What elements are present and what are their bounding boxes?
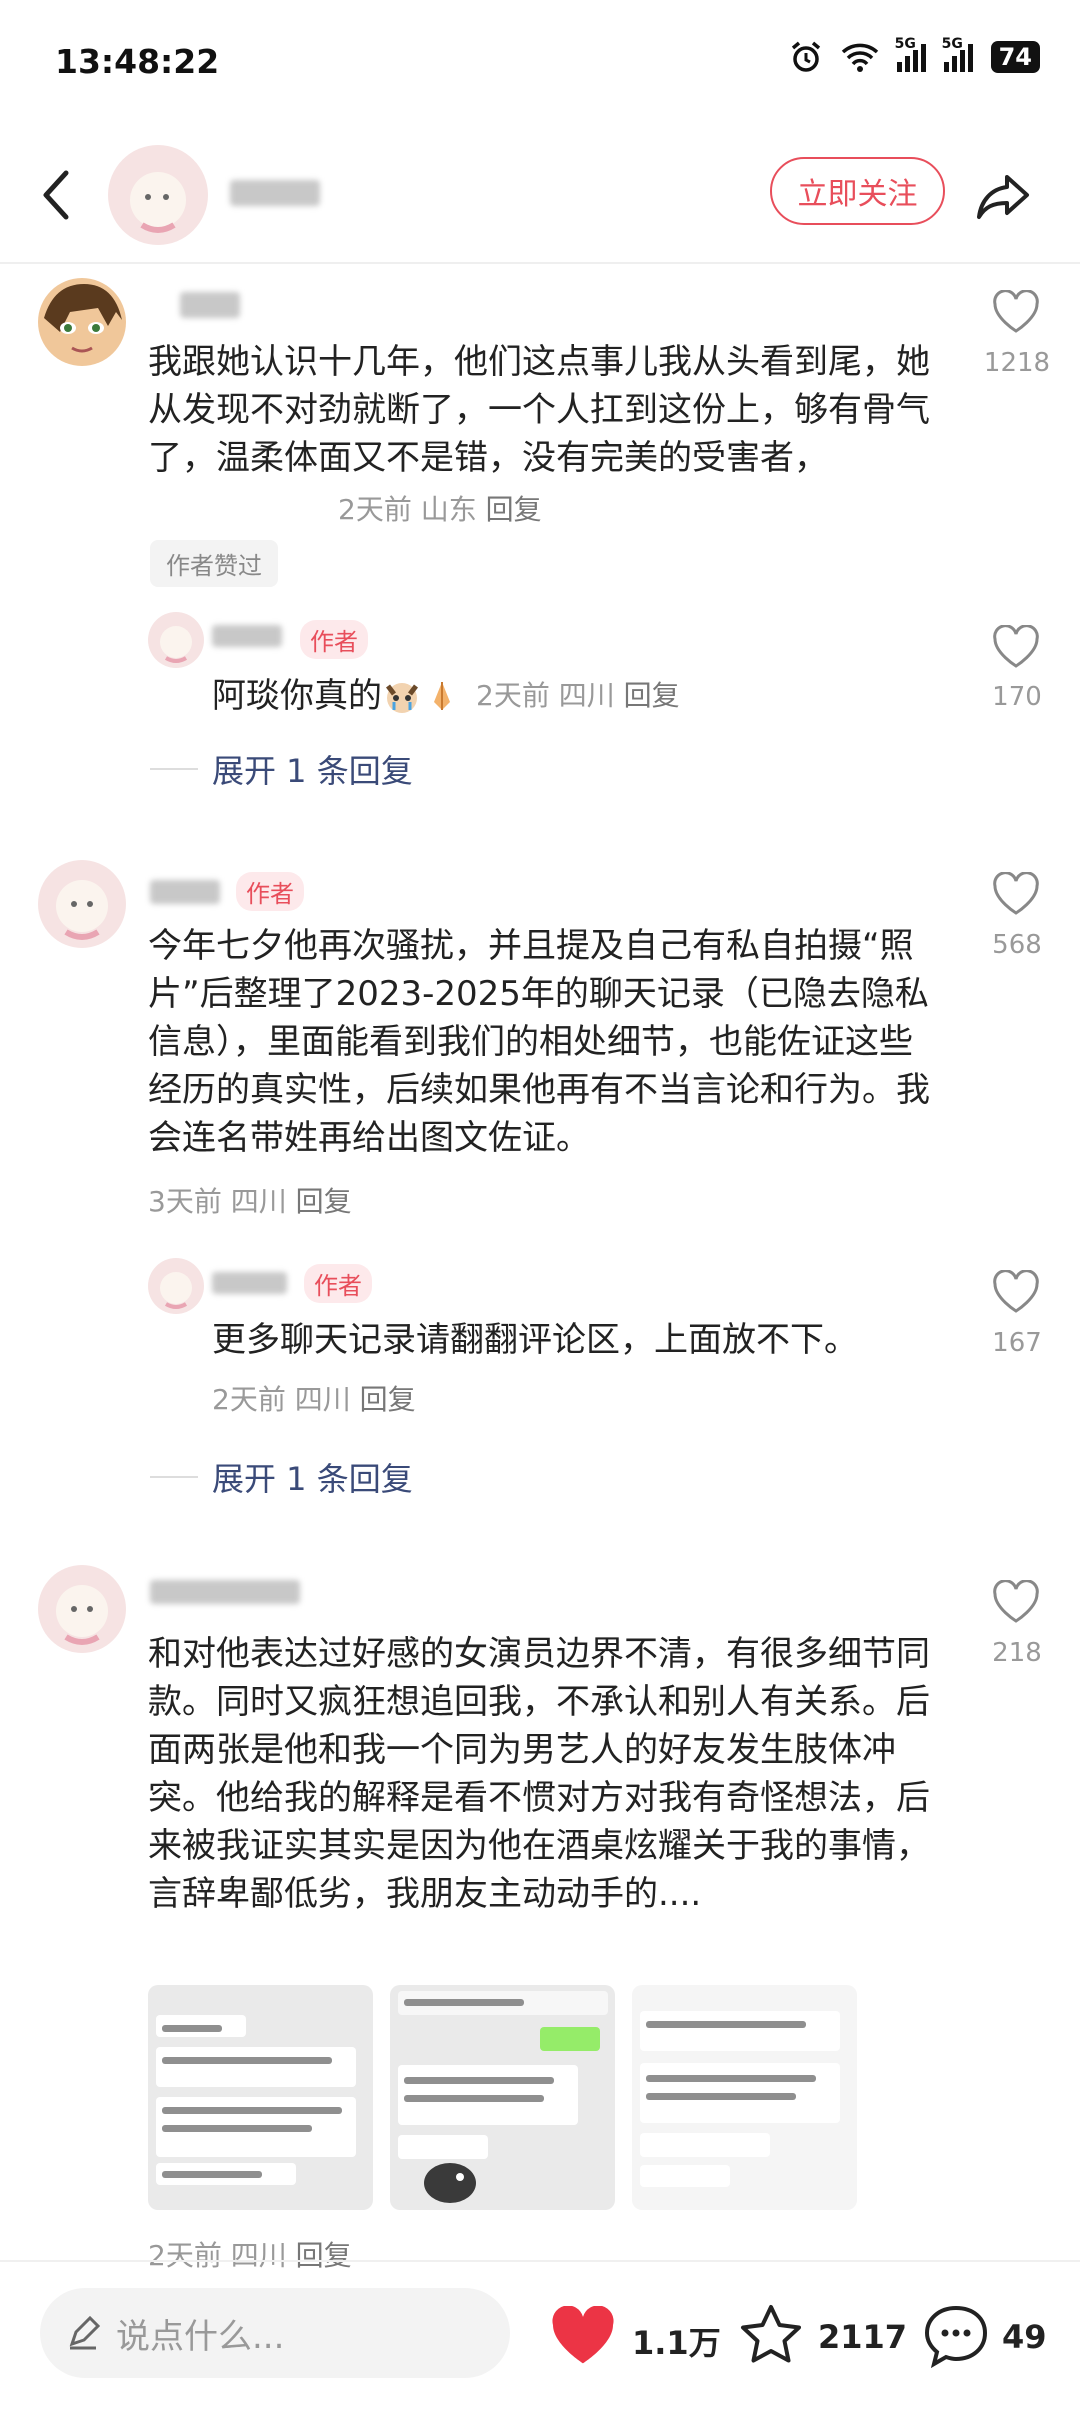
attached-image-1[interactable]	[148, 1985, 373, 2210]
star-total: 2117	[818, 2318, 908, 2356]
comment-text: 我跟她认识十几年，他们这点事儿我从头看到尾，她从发现不对劲就断了，一个人扛到这份…	[148, 342, 930, 478]
expand-divider	[150, 768, 198, 770]
reply-meta: 2天前 四川 回复	[212, 1383, 416, 1416]
comment-text: 和对他表达过好感的女演员边界不清，有很多细节同款。同时又疯狂想追回我，不承认和别…	[148, 1634, 930, 1914]
status-icons: 5G 5G 74	[789, 36, 1040, 74]
bottom-divider	[0, 2260, 1080, 2262]
like-count: 170	[992, 682, 1042, 712]
commenter-avatar[interactable]	[38, 860, 126, 948]
author-name-redacted	[212, 625, 282, 647]
author-tag: 作者	[300, 620, 368, 659]
wifi-icon	[841, 43, 878, 72]
author-name-redacted	[212, 1272, 287, 1294]
commenter-name-redacted	[150, 1580, 300, 1604]
commenter-name-redacted	[150, 880, 220, 904]
like-count: 218	[992, 1638, 1042, 1668]
status-time: 13:48:22	[55, 42, 220, 81]
comment-placeholder: 说点什么...	[116, 2316, 285, 2357]
reply-button[interactable]: 回复	[296, 1185, 352, 1218]
like-count: 167	[992, 1328, 1042, 1358]
heart-filled-icon[interactable]	[550, 2306, 616, 2366]
author-liked-badge: 作者赞过	[150, 540, 278, 587]
battery-indicator: 74	[990, 41, 1040, 73]
signal-icon: 5G	[895, 36, 926, 72]
author-tag: 作者	[304, 1264, 372, 1303]
author-tag: 作者	[236, 872, 304, 911]
author-avatar-small[interactable]	[148, 1258, 204, 1314]
comment-meta: 3天前 四川 回复	[148, 1185, 352, 1218]
alarm-icon	[791, 41, 820, 72]
author-avatar-small[interactable]	[148, 612, 204, 668]
comment-text: 今年七夕他再次骚扰，并且提及自己有私自拍摄“照片”后整理了2023-2025年的…	[148, 926, 930, 1158]
header-divider	[0, 262, 1080, 264]
attached-image-3[interactable]	[632, 1985, 857, 2210]
heart-icon[interactable]	[992, 1580, 1040, 1624]
attached-image-2[interactable]	[390, 1985, 615, 2210]
heart-icon[interactable]	[992, 290, 1040, 334]
commenter-name-redacted	[180, 292, 240, 318]
reply-text: 阿琰你真的 2天前 四川 回复	[212, 676, 680, 716]
commenter-avatar[interactable]	[38, 1565, 126, 1653]
like-count: 568	[992, 930, 1042, 960]
reply-button[interactable]: 回复	[360, 1383, 416, 1416]
star-icon[interactable]	[738, 2302, 804, 2368]
expand-replies-button[interactable]: 展开 1 条回复	[212, 1454, 413, 1500]
author-name-redacted	[230, 180, 320, 206]
reply-text: 更多聊天记录请翻翻评论区，上面放不下。	[212, 1320, 858, 1360]
signal-icon-2: 5G	[942, 36, 973, 72]
heart-icon[interactable]	[992, 625, 1040, 669]
author-avatar[interactable]	[108, 145, 208, 245]
expand-replies-button[interactable]: 展开 1 条回复	[212, 746, 413, 792]
crying-dog-emoji-icon	[386, 683, 418, 713]
pencil-icon	[69, 2316, 100, 2350]
reply-button[interactable]: 回复	[486, 493, 542, 526]
like-count: 1218	[983, 348, 1051, 378]
heart-icon[interactable]	[992, 872, 1040, 916]
like-total: 1.1万	[632, 2324, 721, 2362]
comment-meta: 2天前 四川 回复	[148, 2239, 352, 2272]
commenter-avatar[interactable]	[38, 278, 126, 366]
follow-button[interactable]: 立即关注	[770, 157, 945, 225]
expand-divider	[150, 1476, 198, 1478]
comment-total: 49	[1002, 2318, 1047, 2356]
back-arrow-icon[interactable]	[36, 165, 76, 225]
reply-button[interactable]: 回复	[296, 2239, 352, 2272]
comment-input[interactable]: 说点什么...	[40, 2288, 510, 2378]
reply-button[interactable]: 回复	[624, 679, 680, 712]
share-icon[interactable]	[975, 165, 1035, 225]
heart-icon[interactable]	[992, 1270, 1040, 1314]
comment-bubble-icon[interactable]	[922, 2302, 990, 2370]
comment-meta: 2天前 山东 回复	[338, 493, 542, 526]
praying-hands-emoji-icon	[434, 682, 450, 710]
